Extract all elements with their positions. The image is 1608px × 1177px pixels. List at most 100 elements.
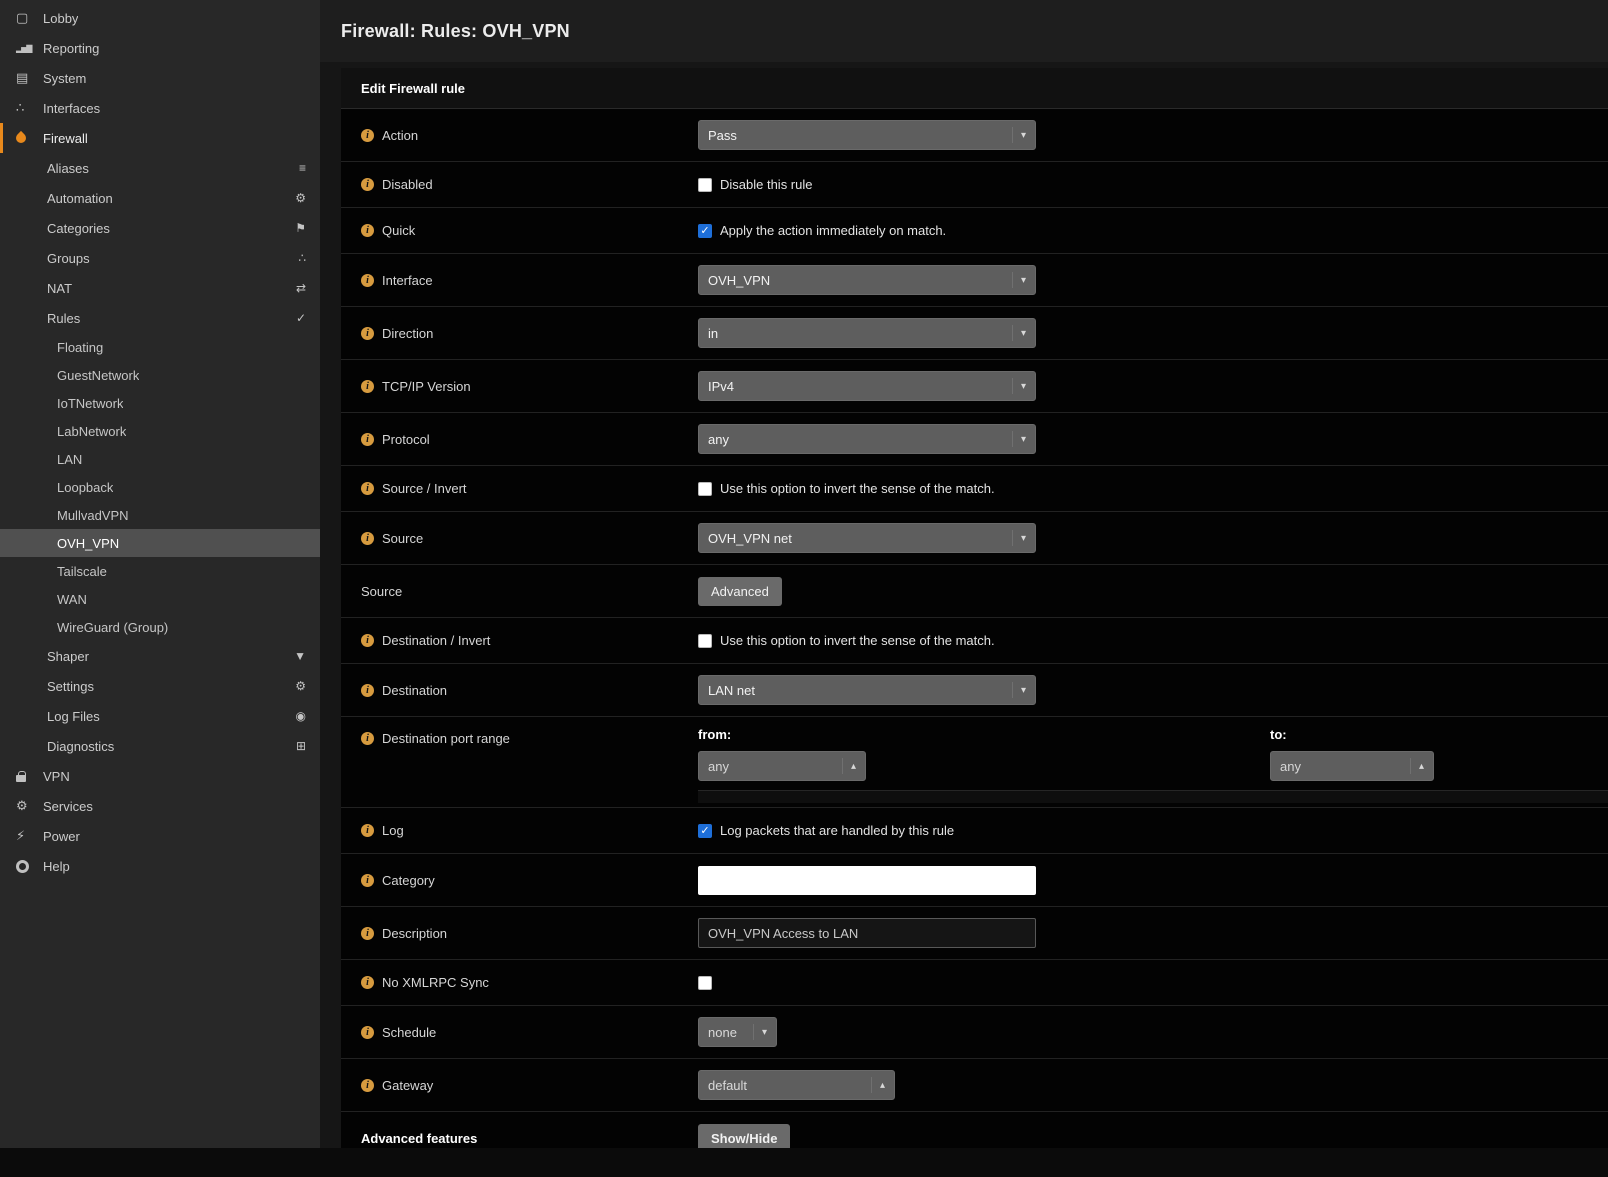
protocol-select[interactable]: any ▾ <box>698 424 1036 454</box>
sidebar-item-ovh-vpn[interactable]: OVH_VPN <box>0 529 320 557</box>
info-icon[interactable]: i <box>361 732 374 745</box>
chart-icon: ▂▅▇ <box>16 44 43 53</box>
destination-select[interactable]: LAN net ▾ <box>698 675 1036 705</box>
sidebar-item-lan[interactable]: LAN <box>0 445 320 473</box>
form-row-protocol: i Protocol any ▾ <box>341 413 1608 466</box>
field-control: from: any ▴ to: any ▴ <box>698 727 1608 807</box>
source-select[interactable]: OVH_VPN net ▾ <box>698 523 1036 553</box>
source-advanced-button[interactable]: Advanced <box>698 577 782 606</box>
sidebar-item-help[interactable]: Help <box>0 851 320 881</box>
sidebar-item-guestnetwork[interactable]: GuestNetwork <box>0 361 320 389</box>
gateway-select[interactable]: default ▴ <box>698 1070 895 1100</box>
sidebar-item-label: GuestNetwork <box>57 368 139 383</box>
sidebar-item-system[interactable]: ▤ System <box>0 63 320 93</box>
port-from-select[interactable]: any ▴ <box>698 751 866 781</box>
selected-value: any <box>708 759 729 774</box>
sidebar-item-lobby[interactable]: ▢ Lobby <box>0 3 320 33</box>
info-icon[interactable]: i <box>361 129 374 142</box>
sidebar-item-label: Interfaces <box>43 101 100 116</box>
sidebar-item-settings[interactable]: Settings ⚙ <box>0 671 320 701</box>
info-icon[interactable]: i <box>361 684 374 697</box>
sidebar-item-interfaces[interactable]: ∴ Interfaces <box>0 93 320 123</box>
info-icon[interactable]: i <box>361 1079 374 1092</box>
info-icon[interactable]: i <box>361 532 374 545</box>
sidebar-item-diagnostics[interactable]: Diagnostics ⊞ <box>0 731 320 761</box>
gears-icon: ⚙ <box>295 679 306 693</box>
info-icon[interactable]: i <box>361 380 374 393</box>
info-icon[interactable]: i <box>361 433 374 446</box>
info-icon[interactable]: i <box>361 927 374 940</box>
info-icon[interactable]: i <box>361 874 374 887</box>
ip-version-select[interactable]: IPv4 ▾ <box>698 371 1036 401</box>
sidebar-item-automation[interactable]: Automation ⚙ <box>0 183 320 213</box>
checkbox-label: Log packets that are handled by this rul… <box>720 823 954 838</box>
sidebar-item-groups[interactable]: Groups ∴ <box>0 243 320 273</box>
flame-icon <box>16 133 43 143</box>
sidebar-item-labnetwork[interactable]: LabNetwork <box>0 417 320 445</box>
source-invert-checkbox[interactable] <box>698 482 712 496</box>
main-content: Firewall: Rules: OVH_VPN Edit Firewall r… <box>320 0 1608 1148</box>
form-row-interface: i Interface OVH_VPN ▾ <box>341 254 1608 307</box>
info-icon[interactable]: i <box>361 274 374 287</box>
sidebar-item-categories[interactable]: Categories ⚑ <box>0 213 320 243</box>
info-icon[interactable]: i <box>361 976 374 989</box>
info-icon[interactable]: i <box>361 634 374 647</box>
sidebar-item-iotnetwork[interactable]: IoTNetwork <box>0 389 320 417</box>
caret-up-icon: ▴ <box>871 1077 885 1093</box>
port-from-label: from: <box>698 727 1270 742</box>
info-icon[interactable]: i <box>361 224 374 237</box>
sidebar-item-vpn[interactable]: VPN <box>0 761 320 791</box>
info-icon[interactable]: i <box>361 327 374 340</box>
caret-down-icon: ▾ <box>1012 272 1026 288</box>
sidebar-item-reporting[interactable]: ▂▅▇ Reporting <box>0 33 320 63</box>
sidebar-item-nat[interactable]: NAT ⇄ <box>0 273 320 303</box>
sidebar-item-mullvadvpn[interactable]: MullvadVPN <box>0 501 320 529</box>
sidebar-item-shaper[interactable]: Shaper ▼ <box>0 641 320 671</box>
field-control: LAN net ▾ <box>698 675 1608 705</box>
checkbox-label: Disable this rule <box>720 177 813 192</box>
sidebar-item-power[interactable]: ⚡ Power <box>0 821 320 851</box>
destination-invert-checkbox[interactable] <box>698 634 712 648</box>
sidebar-item-wireguard-group[interactable]: WireGuard (Group) <box>0 613 320 641</box>
description-input[interactable] <box>698 918 1036 948</box>
port-to-select[interactable]: any ▴ <box>1270 751 1434 781</box>
sidebar-item-loopback[interactable]: Loopback <box>0 473 320 501</box>
field-label: Schedule <box>382 1025 436 1040</box>
info-icon[interactable]: i <box>361 178 374 191</box>
category-input[interactable] <box>698 866 1036 895</box>
direction-select[interactable]: in ▾ <box>698 318 1036 348</box>
no-xmlrpc-checkbox[interactable] <box>698 976 712 990</box>
field-control: Advanced <box>698 577 1608 606</box>
sidebar-item-label: MullvadVPN <box>57 508 129 523</box>
sidebar-item-firewall[interactable]: Firewall <box>0 123 320 153</box>
action-select[interactable]: Pass ▾ <box>698 120 1036 150</box>
sidebar-item-log-files[interactable]: Log Files ◉ <box>0 701 320 731</box>
show-hide-advanced-button[interactable]: Show/Hide <box>698 1124 790 1149</box>
sidebar-item-label: Settings <box>47 679 295 694</box>
info-icon[interactable]: i <box>361 482 374 495</box>
sidebar-item-floating[interactable]: Floating <box>0 333 320 361</box>
disabled-checkbox[interactable] <box>698 178 712 192</box>
sidebar-item-rules[interactable]: Rules ✓ <box>0 303 320 333</box>
quick-checkbox[interactable]: ✓ <box>698 224 712 238</box>
sidebar-item-services[interactable]: ⚙ Services <box>0 791 320 821</box>
info-icon[interactable]: i <box>361 1026 374 1039</box>
sidebar-item-wan[interactable]: WAN <box>0 585 320 613</box>
sidebar-item-label: Automation <box>47 191 295 206</box>
form-row-gateway: i Gateway default ▴ <box>341 1059 1608 1112</box>
caret-down-icon: ▾ <box>1012 682 1026 698</box>
schedule-select[interactable]: none ▾ <box>698 1017 777 1047</box>
form-row-source: i Source OVH_VPN net ▾ <box>341 512 1608 565</box>
field-control: default ▴ <box>698 1070 1608 1100</box>
caret-down-icon: ▾ <box>1012 530 1026 546</box>
sidebar-item-tailscale[interactable]: Tailscale <box>0 557 320 585</box>
sidebar-item-aliases[interactable]: Aliases ≡ <box>0 153 320 183</box>
interface-select[interactable]: OVH_VPN ▾ <box>698 265 1036 295</box>
sidebar-item-label: Aliases <box>47 161 299 176</box>
sidebar-item-label: System <box>43 71 86 86</box>
sidebar: ▢ Lobby ▂▅▇ Reporting ▤ System ∴ Interfa… <box>0 0 320 1148</box>
sidebar-item-label: Log Files <box>47 709 296 724</box>
port-from-column: from: any ▴ <box>698 727 1270 781</box>
info-icon[interactable]: i <box>361 824 374 837</box>
log-checkbox[interactable]: ✓ <box>698 824 712 838</box>
